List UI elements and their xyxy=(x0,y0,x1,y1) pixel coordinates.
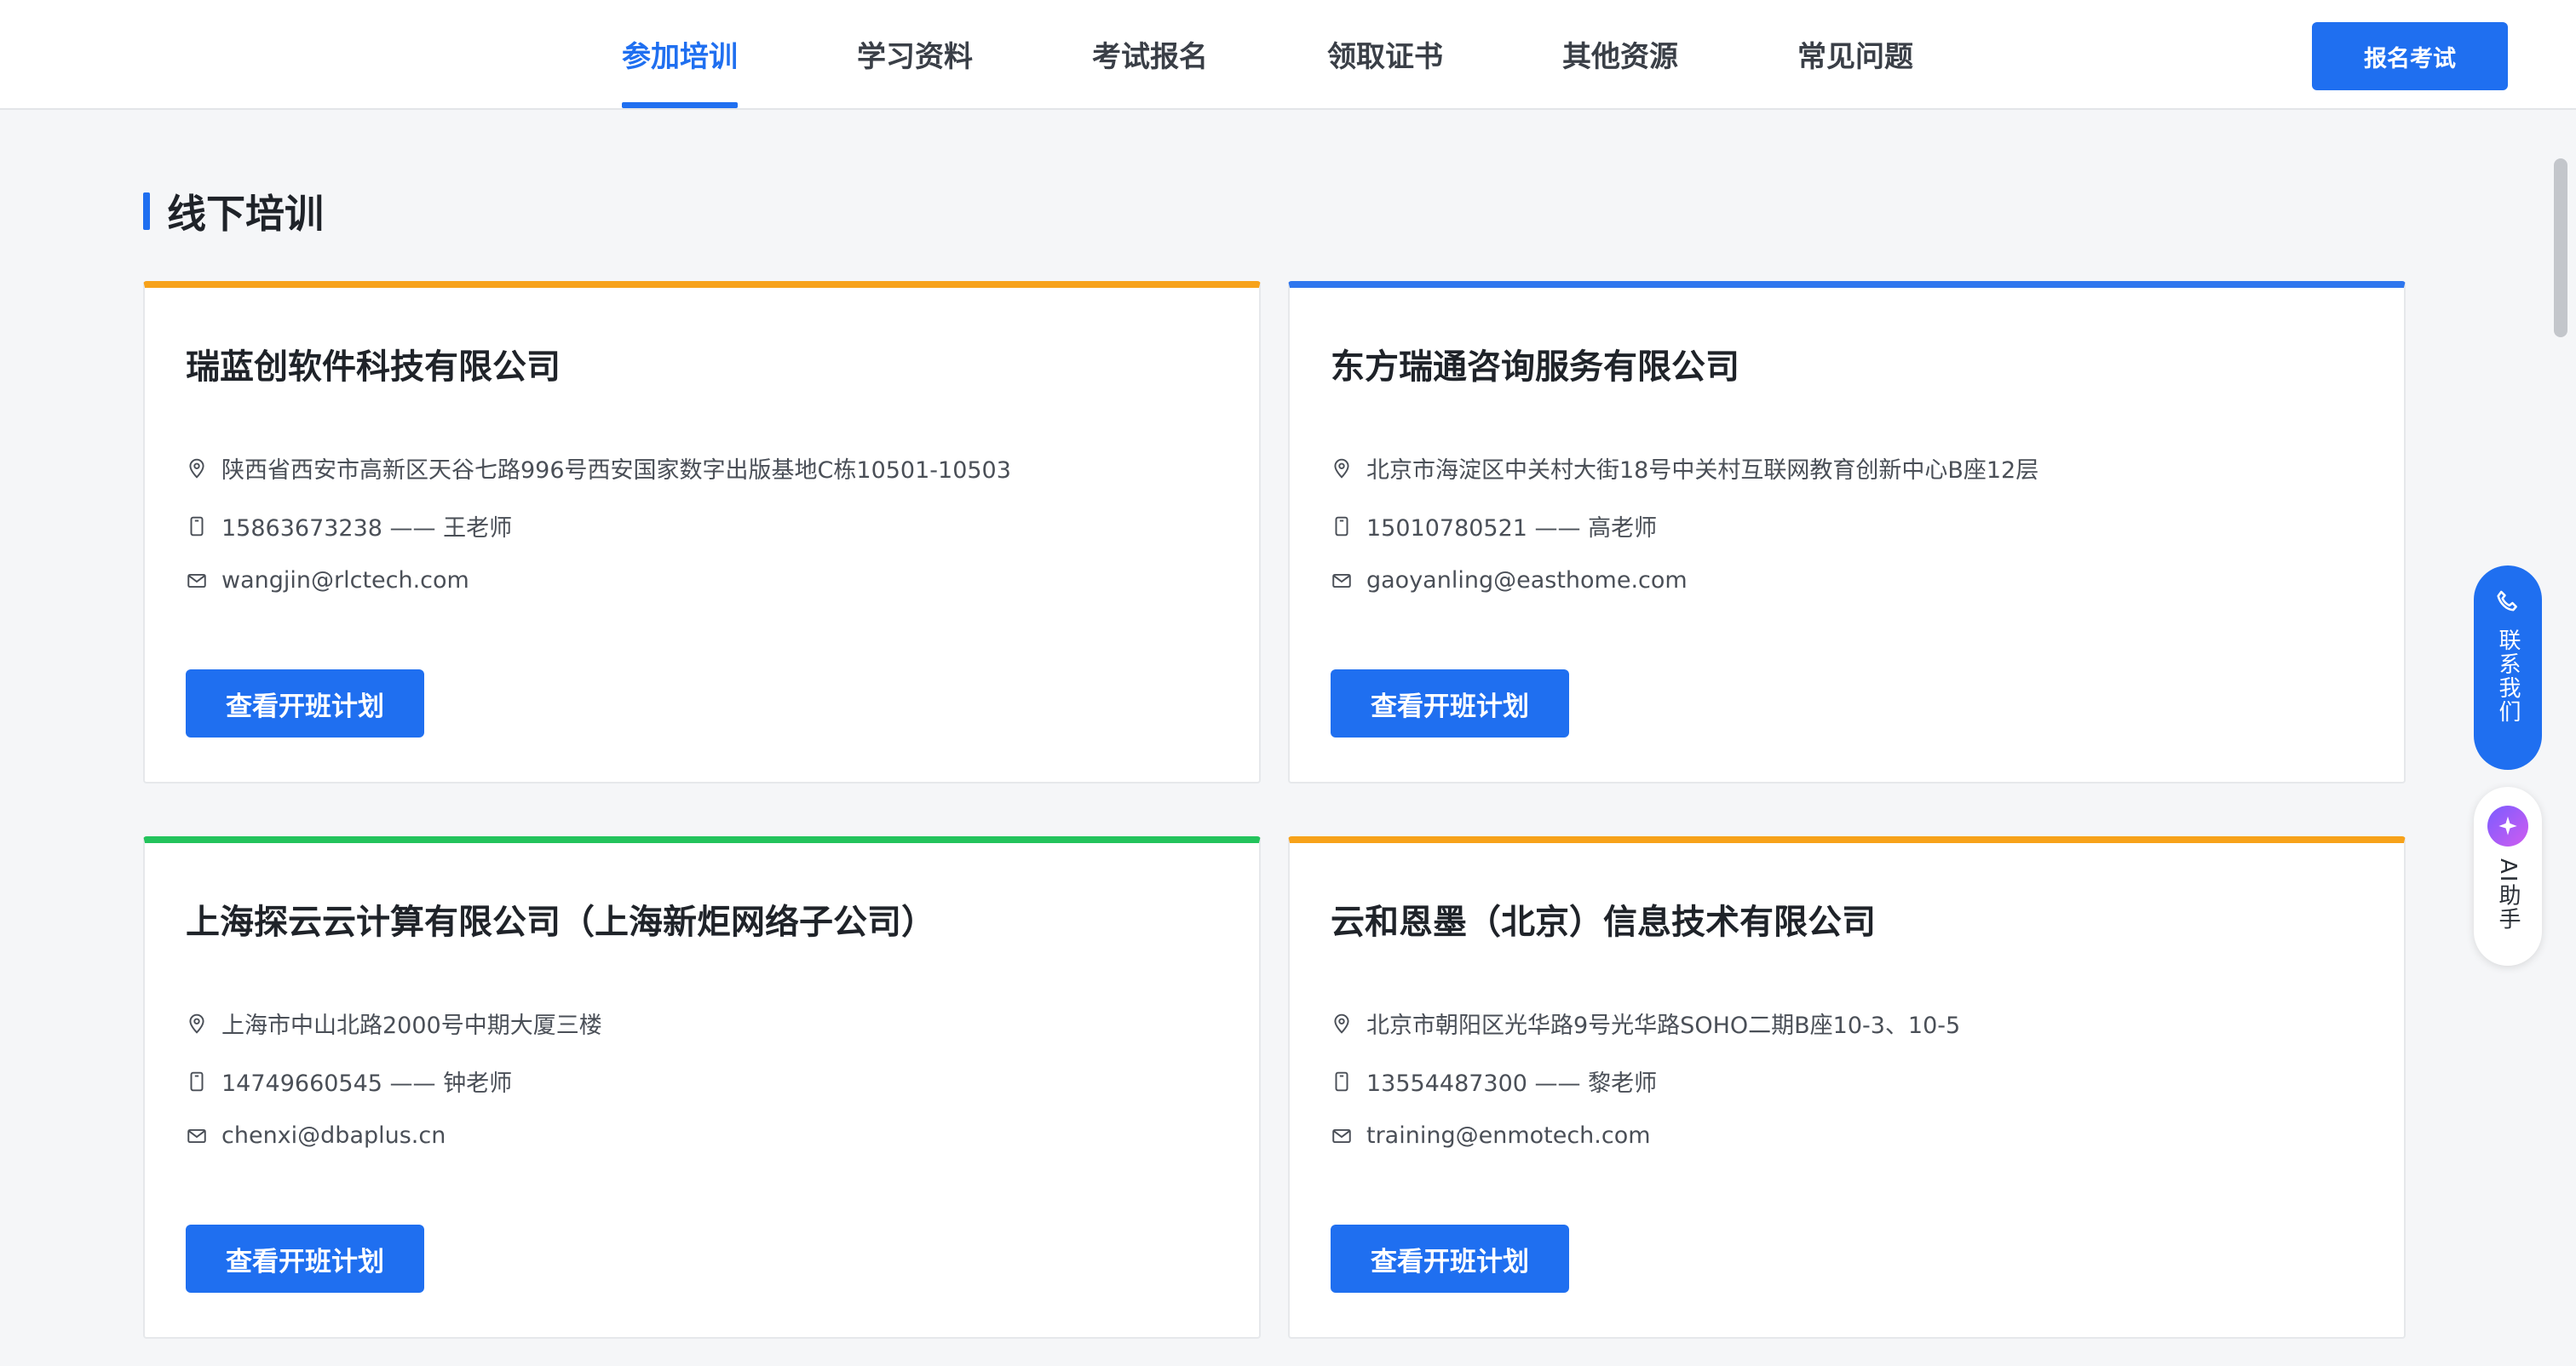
phone-text: 15010780521 —— 高老师 xyxy=(1366,515,1658,542)
view-class-plan-button[interactable]: 查看开班计划 xyxy=(186,1225,424,1293)
ai-assistant-button[interactable]: AI助手 xyxy=(2474,787,2542,966)
email-text[interactable]: training@enmotech.com xyxy=(1366,1122,1651,1149)
card-phone: 13554487300 —— 黎老师 xyxy=(1331,1065,1657,1098)
card-email: wangjin@rlctech.com xyxy=(186,567,469,594)
training-card: 上海探云云计算有限公司（上海新炬网络子公司） 上海市中山北路2000号中期大厦三… xyxy=(143,836,1261,1339)
card-title: 上海探云云计算有限公司（上海新炬网络子公司） xyxy=(186,903,935,942)
training-card: 东方瑞通咨询服务有限公司 北京市海淀区中关村大街18号中关村互联网教育创新中心B… xyxy=(1288,281,2406,783)
mail-icon xyxy=(187,1128,206,1143)
card-address: 北京市海淀区中关村大街18号中关村互联网教育创新中心B座12层 xyxy=(1331,451,2038,485)
location-pin-icon xyxy=(1334,458,1349,479)
card-title: 东方瑞通咨询服务有限公司 xyxy=(1331,347,1739,387)
signup-exam-button[interactable]: 报名考试 xyxy=(2312,22,2508,90)
top-navigation-bar: 参加培训 学习资料 考试报名 领取证书 其他资源 常见问题 报名考试 xyxy=(0,0,2576,110)
section-title-accent xyxy=(143,192,150,230)
training-card: 云和恩墨（北京）信息技术有限公司 北京市朝阳区光华路9号光华路SOHO二期B座1… xyxy=(1288,836,2406,1339)
contact-us-label: 联系我们 xyxy=(2495,628,2521,724)
phone-text: 14749660545 —— 钟老师 xyxy=(221,1070,513,1097)
phone-icon xyxy=(190,516,204,536)
card-title: 瑞蓝创软件科技有限公司 xyxy=(186,347,561,387)
tab-certificate[interactable]: 领取证书 xyxy=(1327,0,1443,108)
phone-handset-icon xyxy=(2497,590,2517,611)
card-address: 陕西省西安市高新区天谷七路996号西安国家数字出版基地C栋10501-10503 xyxy=(186,451,1011,485)
email-text[interactable]: chenxi@dbaplus.cn xyxy=(221,1122,446,1149)
contact-us-button[interactable]: 联系我们 xyxy=(2474,565,2542,770)
sparkle-icon xyxy=(2487,806,2528,847)
section-title-text: 线下培训 xyxy=(167,191,324,237)
card-address: 上海市中山北路2000号中期大厦三楼 xyxy=(186,1007,602,1040)
phone-icon xyxy=(1335,516,1348,536)
address-text: 上海市中山北路2000号中期大厦三楼 xyxy=(221,1013,602,1039)
view-class-plan-button[interactable]: 查看开班计划 xyxy=(1331,669,1569,738)
mail-icon xyxy=(187,573,206,588)
card-email: chenxi@dbaplus.cn xyxy=(186,1122,446,1149)
tab-study-materials[interactable]: 学习资料 xyxy=(857,0,973,108)
card-address: 北京市朝阳区光华路9号光华路SOHO二期B座10-3、10-5 xyxy=(1331,1007,1960,1040)
mail-icon xyxy=(1332,573,1351,588)
training-card: 瑞蓝创软件科技有限公司 陕西省西安市高新区天谷七路996号西安国家数字出版基地C… xyxy=(143,281,1261,783)
location-pin-icon xyxy=(189,458,204,479)
card-title: 云和恩墨（北京）信息技术有限公司 xyxy=(1331,903,1876,942)
address-text: 北京市海淀区中关村大街18号中关村互联网教育创新中心B座12层 xyxy=(1366,457,2039,484)
email-text[interactable]: gaoyanling@easthome.com xyxy=(1366,567,1688,594)
ai-assistant-label: AI助手 xyxy=(2495,858,2521,932)
tab-other-resources[interactable]: 其他资源 xyxy=(1562,0,1678,108)
card-phone: 15010780521 —— 高老师 xyxy=(1331,509,1657,542)
tab-faq[interactable]: 常见问题 xyxy=(1797,0,1913,108)
card-email: training@enmotech.com xyxy=(1331,1122,1651,1149)
card-email: gaoyanling@easthome.com xyxy=(1331,567,1688,594)
card-phone: 15863673238 —— 王老师 xyxy=(186,509,512,542)
phone-text: 13554487300 —— 黎老师 xyxy=(1366,1070,1658,1097)
card-phone: 14749660545 —— 钟老师 xyxy=(186,1065,512,1098)
tab-training[interactable]: 参加培训 xyxy=(622,0,738,108)
scrollbar-thumb[interactable] xyxy=(2554,158,2567,337)
address-text: 陕西省西安市高新区天谷七路996号西安国家数字出版基地C栋10501-10503 xyxy=(221,457,1011,484)
phone-text: 15863673238 —— 王老师 xyxy=(221,515,513,542)
location-pin-icon xyxy=(189,1013,204,1034)
view-class-plan-button[interactable]: 查看开班计划 xyxy=(1331,1225,1569,1293)
view-class-plan-button[interactable]: 查看开班计划 xyxy=(186,669,424,738)
address-text: 北京市朝阳区光华路9号光华路SOHO二期B座10-3、10-5 xyxy=(1366,1013,1961,1039)
phone-icon xyxy=(1335,1071,1348,1091)
mail-icon xyxy=(1332,1128,1351,1143)
email-text[interactable]: wangjin@rlctech.com xyxy=(221,567,469,594)
nav-tabs: 参加培训 学习资料 考试报名 领取证书 其他资源 常见问题 xyxy=(622,0,1913,108)
tab-exam-registration[interactable]: 考试报名 xyxy=(1092,0,1208,108)
section-title: 线下培训 xyxy=(143,187,324,237)
phone-icon xyxy=(190,1071,204,1091)
location-pin-icon xyxy=(1334,1013,1349,1034)
